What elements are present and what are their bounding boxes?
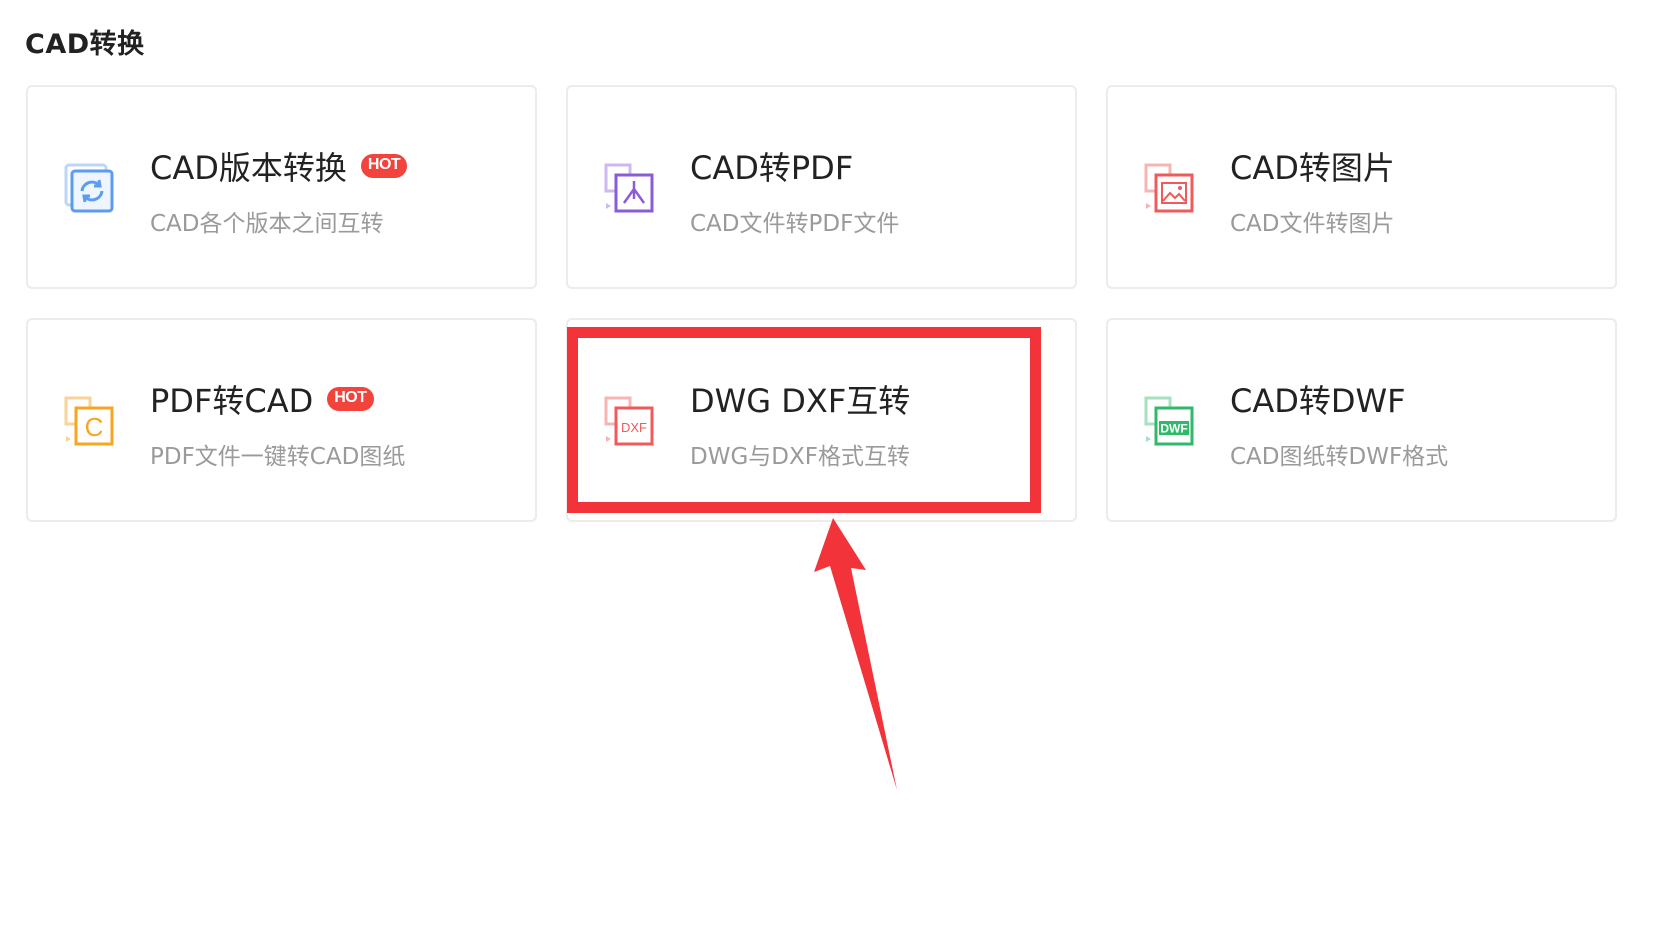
card-title: CAD转DWF: [1230, 382, 1406, 420]
card-description: CAD图纸转DWF格式: [1230, 444, 1449, 470]
dwf-label: DWF: [1160, 422, 1187, 436]
hot-badge: HOT: [327, 387, 374, 411]
card-title: PDF转CAD: [150, 382, 314, 420]
cad-letter: C: [85, 412, 104, 442]
card-cad-to-dwf[interactable]: DWF CAD转DWF CAD图纸转DWF格式: [1106, 318, 1617, 522]
card-description: PDF文件一键转CAD图纸: [150, 444, 406, 470]
refresh-doc-icon: [60, 161, 118, 219]
card-cad-to-image[interactable]: CAD转图片 CAD文件转图片: [1106, 85, 1617, 289]
card-cad-to-pdf[interactable]: CAD转PDF CAD文件转PDF文件: [566, 85, 1077, 289]
card-title: CAD转PDF: [690, 149, 854, 187]
highlight-box: [567, 327, 1041, 513]
card-cad-version-convert[interactable]: CAD版本转换 HOT CAD各个版本之间互转: [26, 85, 537, 289]
card-description: CAD文件转PDF文件: [690, 211, 900, 237]
image-doc-icon: [1140, 161, 1198, 219]
card-description: CAD各个版本之间互转: [150, 211, 384, 237]
pdf-doc-icon: [600, 161, 658, 219]
card-title: CAD转图片: [1230, 149, 1395, 187]
cad-doc-icon: C: [60, 394, 118, 452]
dwf-doc-icon: DWF: [1140, 394, 1198, 452]
hot-badge: HOT: [360, 154, 408, 178]
card-title: CAD版本转换: [150, 149, 347, 187]
card-description: CAD文件转图片: [1230, 211, 1395, 237]
section-title: CAD转换: [25, 29, 145, 60]
card-pdf-to-cad[interactable]: C PDF转CAD HOT PDF文件一键转CAD图纸: [26, 318, 537, 522]
